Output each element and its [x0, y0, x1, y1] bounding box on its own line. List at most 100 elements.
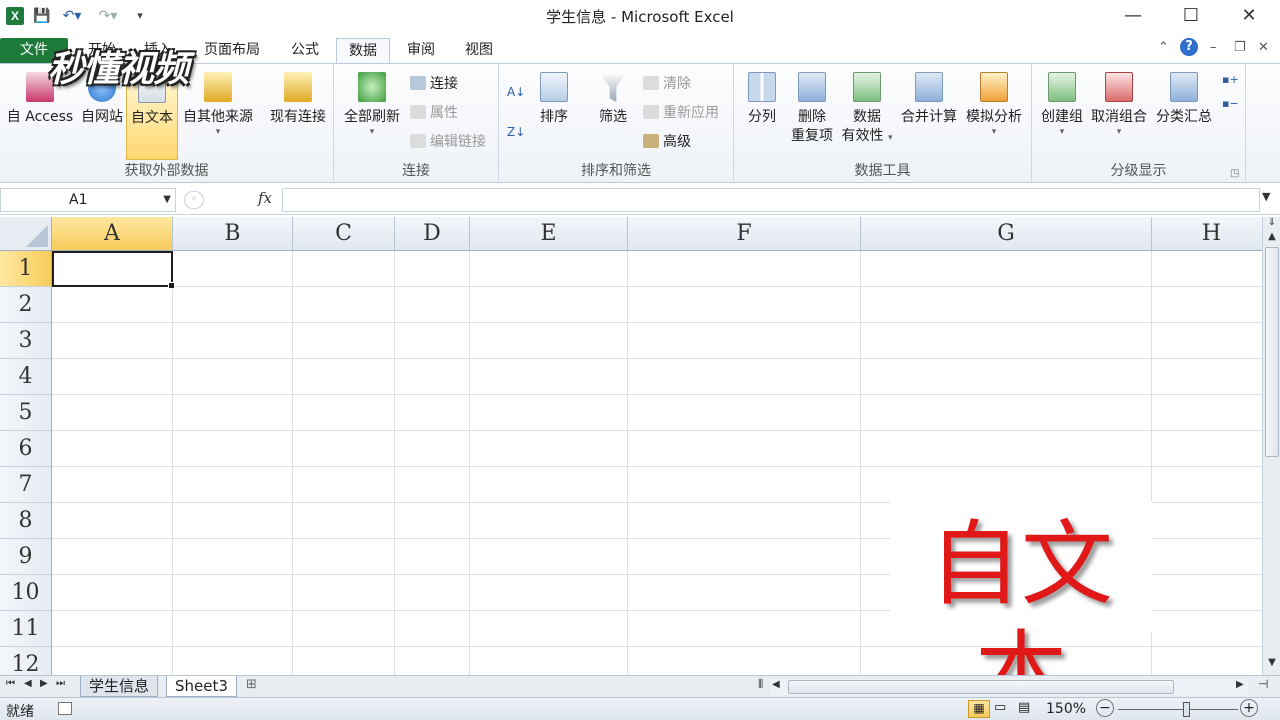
- insert-sheet-icon[interactable]: ⊞: [246, 677, 257, 692]
- minimize-button[interactable]: —: [1110, 2, 1156, 30]
- subtotal-button[interactable]: 分类汇总: [1152, 72, 1216, 127]
- select-all-button[interactable]: [0, 217, 52, 251]
- grid-line: [52, 286, 1262, 287]
- expand-formula-icon[interactable]: ▼: [1262, 190, 1270, 203]
- connections-button[interactable]: 连接: [410, 74, 458, 94]
- sort-button[interactable]: 排序: [533, 72, 575, 127]
- sheet-tab-sheet3[interactable]: Sheet3: [166, 676, 237, 697]
- column-header-f[interactable]: F: [628, 217, 861, 251]
- row-header-5[interactable]: 5: [0, 395, 52, 431]
- doc-restore-icon[interactable]: ❐: [1234, 40, 1246, 55]
- dialog-launcher-icon[interactable]: ◳: [1230, 164, 1239, 184]
- group-outline: 创建组 ▾ 取消组合 ▾ 分类汇总 ▪+ ▪− 分级显示: [1032, 64, 1246, 182]
- row-header-11[interactable]: 11: [0, 611, 52, 647]
- row-header-3[interactable]: 3: [0, 323, 52, 359]
- ribbon-tabs: 文件 开始 插入 页面布局 公式 数据 审阅 视图 ⌃ ? – ❐ ✕: [0, 34, 1280, 64]
- scroll-up-icon[interactable]: ⇓: [1263, 217, 1280, 228]
- maximize-button[interactable]: ☐: [1168, 2, 1214, 30]
- horizontal-scroll-thumb[interactable]: [788, 680, 1174, 694]
- doc-close-icon[interactable]: ✕: [1258, 40, 1269, 55]
- existing-connections-button[interactable]: 现有连接: [264, 72, 332, 127]
- next-sheet-icon[interactable]: ▶: [40, 678, 48, 689]
- scroll-right-icon[interactable]: ▶: [1236, 679, 1244, 690]
- status-bar: 就绪 ▦ ▭ ▤ 150% − +: [0, 697, 1280, 720]
- row-header-10[interactable]: 10: [0, 575, 52, 611]
- tab-page-layout[interactable]: 页面布局: [196, 38, 268, 64]
- doc-minimize-icon[interactable]: –: [1210, 40, 1217, 55]
- edit-links-button[interactable]: 编辑链接: [410, 132, 486, 152]
- column-header-e[interactable]: E: [470, 217, 628, 251]
- group-data-tools: 分列 删除 重复项 数据 有效性 ▾ 合并计算 模拟分析 ▾ 数据工具: [734, 64, 1032, 182]
- reapply-button[interactable]: 重新应用: [643, 103, 719, 123]
- consolidate-button[interactable]: 合并计算: [898, 72, 960, 127]
- text-to-columns-button[interactable]: 分列: [742, 72, 782, 127]
- scroll-down-icon[interactable]: ▼: [1263, 657, 1280, 668]
- from-text-button[interactable]: 自文本: [126, 73, 178, 160]
- filter-button[interactable]: 筛选: [591, 72, 635, 127]
- page-break-view-icon[interactable]: ▤: [1018, 700, 1030, 715]
- data-validation-button[interactable]: 数据 有效性 ▾: [838, 72, 896, 148]
- from-other-sources-button[interactable]: 自其他来源 ▾: [178, 72, 258, 137]
- macro-record-icon[interactable]: [58, 702, 72, 715]
- split-handle-icon[interactable]: ⦀: [758, 677, 763, 692]
- zoom-slider-knob[interactable]: [1183, 702, 1190, 717]
- column-header-h[interactable]: H: [1152, 217, 1262, 251]
- vertical-scroll-thumb[interactable]: [1265, 247, 1279, 457]
- clear-filter-button[interactable]: 清除: [643, 74, 691, 94]
- column-header-g[interactable]: G: [861, 217, 1152, 251]
- advanced-filter-button[interactable]: 高级: [643, 132, 691, 152]
- last-sheet-icon[interactable]: ⏭: [56, 678, 65, 689]
- remove-duplicates-button[interactable]: 删除 重复项: [788, 72, 836, 146]
- scroll-up-arrow-icon[interactable]: ▲: [1263, 231, 1280, 242]
- hide-detail-icon[interactable]: ▪−: [1222, 94, 1239, 114]
- prev-sheet-icon[interactable]: ◀: [24, 678, 32, 689]
- column-header-a[interactable]: A: [52, 217, 173, 251]
- grid-line: [52, 430, 1262, 431]
- properties-icon: [410, 105, 426, 119]
- show-detail-icon[interactable]: ▪+: [1222, 70, 1239, 90]
- sort-descending-button[interactable]: Z↓: [507, 122, 525, 142]
- what-if-analysis-button[interactable]: 模拟分析 ▾: [962, 72, 1026, 137]
- zoom-slider-track[interactable]: [1118, 709, 1238, 710]
- row-header-6[interactable]: 6: [0, 431, 52, 467]
- horizontal-scrollbar[interactable]: ◀ ▶: [770, 679, 1248, 695]
- refresh-all-button[interactable]: 全部刷新 ▾: [340, 72, 404, 137]
- name-box[interactable]: A1 ▼: [0, 188, 176, 212]
- row-header-8[interactable]: 8: [0, 503, 52, 539]
- scroll-left-icon[interactable]: ◀: [772, 679, 780, 690]
- close-button[interactable]: ✕: [1226, 2, 1272, 30]
- tab-review[interactable]: 审阅: [398, 38, 444, 64]
- zoom-out-icon[interactable]: −: [1096, 699, 1114, 717]
- properties-button[interactable]: 属性: [410, 103, 458, 123]
- expand-icon[interactable]: ◦: [184, 191, 204, 209]
- insert-function-icon[interactable]: fx: [258, 189, 272, 207]
- tab-formulas[interactable]: 公式: [282, 38, 328, 64]
- normal-view-icon[interactable]: ▦: [968, 700, 990, 718]
- column-header-d[interactable]: D: [395, 217, 470, 251]
- formula-input[interactable]: [282, 188, 1260, 212]
- tab-view[interactable]: 视图: [456, 38, 502, 64]
- first-sheet-icon[interactable]: ⏮: [6, 678, 15, 689]
- scroll-right-end-icon[interactable]: ⊣: [1258, 677, 1268, 691]
- row-header-1[interactable]: 1: [0, 251, 52, 287]
- sort-ascending-button[interactable]: A↓: [507, 82, 525, 102]
- chevron-down-icon[interactable]: ▼: [163, 189, 171, 211]
- tab-data[interactable]: 数据: [336, 38, 390, 64]
- help-icon[interactable]: ?: [1180, 38, 1198, 56]
- page-layout-view-icon[interactable]: ▭: [994, 700, 1006, 715]
- zoom-level[interactable]: 150%: [1046, 701, 1086, 717]
- row-header-9[interactable]: 9: [0, 539, 52, 575]
- row-header-2[interactable]: 2: [0, 287, 52, 323]
- row-header-7[interactable]: 7: [0, 467, 52, 503]
- ungroup-button[interactable]: 取消组合 ▾: [1088, 72, 1150, 137]
- column-header-c[interactable]: C: [293, 217, 395, 251]
- vertical-scrollbar[interactable]: ⇓ ▲ ▼: [1262, 217, 1280, 675]
- column-header-b[interactable]: B: [173, 217, 293, 251]
- zoom-in-icon[interactable]: +: [1240, 699, 1258, 717]
- minimize-ribbon-icon[interactable]: ⌃: [1158, 40, 1169, 55]
- group-button[interactable]: 创建组 ▾: [1036, 72, 1088, 137]
- sheet-tab-student-info[interactable]: 学生信息: [80, 676, 159, 697]
- row-header-12[interactable]: 12: [0, 647, 52, 675]
- active-cell-a1[interactable]: [52, 251, 175, 289]
- row-header-4[interactable]: 4: [0, 359, 52, 395]
